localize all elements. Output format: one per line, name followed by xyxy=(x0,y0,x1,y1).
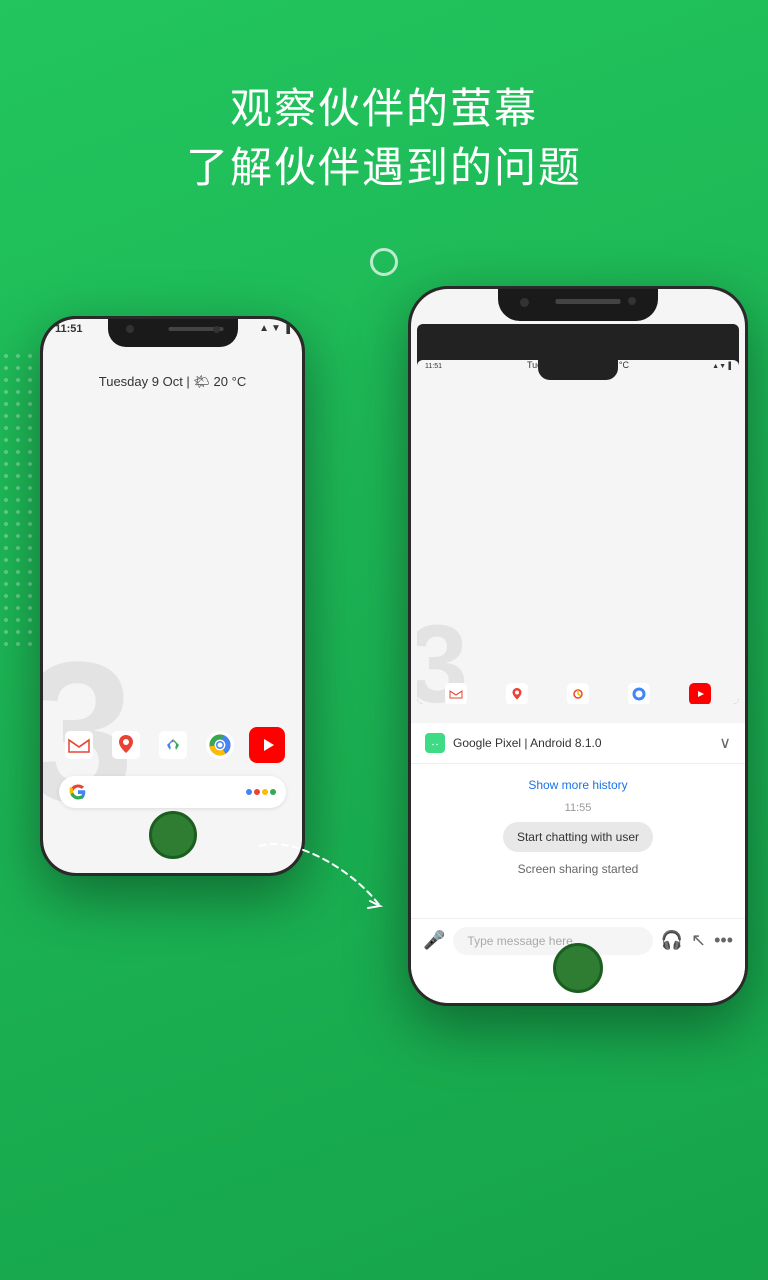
inner-status-bar: 11:51 ▲▼▐ xyxy=(425,363,731,370)
left-lock-content: Tuesday 9 Oct | 🌤 20 °C xyxy=(43,374,302,390)
battery-icon: ▐ xyxy=(283,323,290,334)
inner-photos-icon xyxy=(567,683,589,704)
left-phone: 11:51 ▲ ▼ ▐ Tuesday 9 Oct | 🌤 20 °C 3 xyxy=(40,316,305,876)
chat-bubble: Start chatting with user xyxy=(503,822,653,852)
right-phone-frame: 11:51 ▲▼▐ Tuesday 9 Oct | 🌤 20 °C 3 xyxy=(408,286,748,1006)
left-status-icons: ▲ ▼ ▐ xyxy=(259,323,290,334)
gmail-icon xyxy=(61,727,97,763)
chat-header-left: Google Pixel | Android 8.1.0 xyxy=(425,733,602,753)
left-phone-frame: 11:51 ▲ ▼ ▐ Tuesday 9 Oct | 🌤 20 °C 3 xyxy=(40,316,305,876)
more-options-icon[interactable]: ••• xyxy=(714,930,733,951)
signal-icon: ▲ xyxy=(259,323,269,334)
screen-sharing-message: Screen sharing started xyxy=(427,856,729,882)
left-home-button[interactable] xyxy=(149,811,197,859)
left-status-bar: 11:51 ▲ ▼ ▐ xyxy=(55,323,290,335)
device-label: Google Pixel | Android 8.1.0 xyxy=(453,736,602,750)
wifi-icon: ▼ xyxy=(271,323,281,334)
chat-body: Show more history 11:55 Start chatting w… xyxy=(411,764,745,890)
screen-preview: 11:51 ▲▼▐ Tuesday 9 Oct | 🌤 20 °C 3 xyxy=(417,324,739,704)
cursor-icon[interactable]: ↖ xyxy=(691,930,706,951)
input-placeholder: Type message here xyxy=(467,934,572,948)
right-phone-screen: 11:51 ▲▼▐ Tuesday 9 Oct | 🌤 20 °C 3 xyxy=(411,289,745,1003)
left-phone-screen: 11:51 ▲ ▼ ▐ Tuesday 9 Oct | 🌤 20 °C 3 xyxy=(43,319,302,873)
left-app-icons-row xyxy=(55,727,290,763)
chrome-icon xyxy=(202,727,238,763)
inner-time: 11:51 xyxy=(425,363,442,370)
android-icon xyxy=(425,733,445,753)
chat-timestamp: 11:55 xyxy=(427,798,729,818)
right-phone: 11:51 ▲▼▐ Tuesday 9 Oct | 🌤 20 °C 3 xyxy=(408,286,748,1006)
message-input-field[interactable]: Type message here xyxy=(453,927,652,955)
inner-youtube-icon xyxy=(689,683,711,704)
right-home-button[interactable] xyxy=(553,943,603,993)
headphones-icon[interactable]: 🎧 xyxy=(661,930,683,951)
inner-maps-icon xyxy=(506,683,528,704)
photos-icon xyxy=(155,727,191,763)
phones-container: 11:51 ▲ ▼ ▐ Tuesday 9 Oct | 🌤 20 °C 3 xyxy=(0,286,768,1036)
youtube-icon xyxy=(249,727,285,763)
right-phone-notch xyxy=(498,289,658,321)
show-history-link[interactable]: Show more history xyxy=(427,772,729,798)
screen-preview-inner: 11:51 ▲▼▐ Tuesday 9 Oct | 🌤 20 °C 3 xyxy=(417,360,739,704)
inner-app-icons xyxy=(425,683,731,704)
inner-chrome-icon xyxy=(628,683,650,704)
chat-header: Google Pixel | Android 8.1.0 ∨ xyxy=(411,723,745,764)
chat-bubble-container: Start chatting with user xyxy=(427,818,729,856)
chevron-down-icon[interactable]: ∨ xyxy=(719,733,731,753)
inner-gmail-icon xyxy=(445,683,467,704)
circle-indicator xyxy=(370,248,398,276)
google-logo-icon xyxy=(69,783,87,801)
title-section: 观察伙伴的萤幕 了解伙伴遇到的问题 xyxy=(0,0,768,228)
left-google-search[interactable] xyxy=(59,776,286,808)
inner-signal: ▲▼▐ xyxy=(712,363,731,370)
left-lock-date: Tuesday 9 Oct | 🌤 20 °C xyxy=(43,374,302,390)
google-assistant-dots xyxy=(246,789,276,795)
mic-icon[interactable]: 🎤 xyxy=(423,930,445,951)
dashed-arrow xyxy=(250,836,390,916)
maps-icon xyxy=(108,727,144,763)
page-title: 观察伙伴的萤幕 了解伙伴遇到的问题 xyxy=(0,80,768,198)
left-phone-time: 11:51 xyxy=(55,323,83,335)
